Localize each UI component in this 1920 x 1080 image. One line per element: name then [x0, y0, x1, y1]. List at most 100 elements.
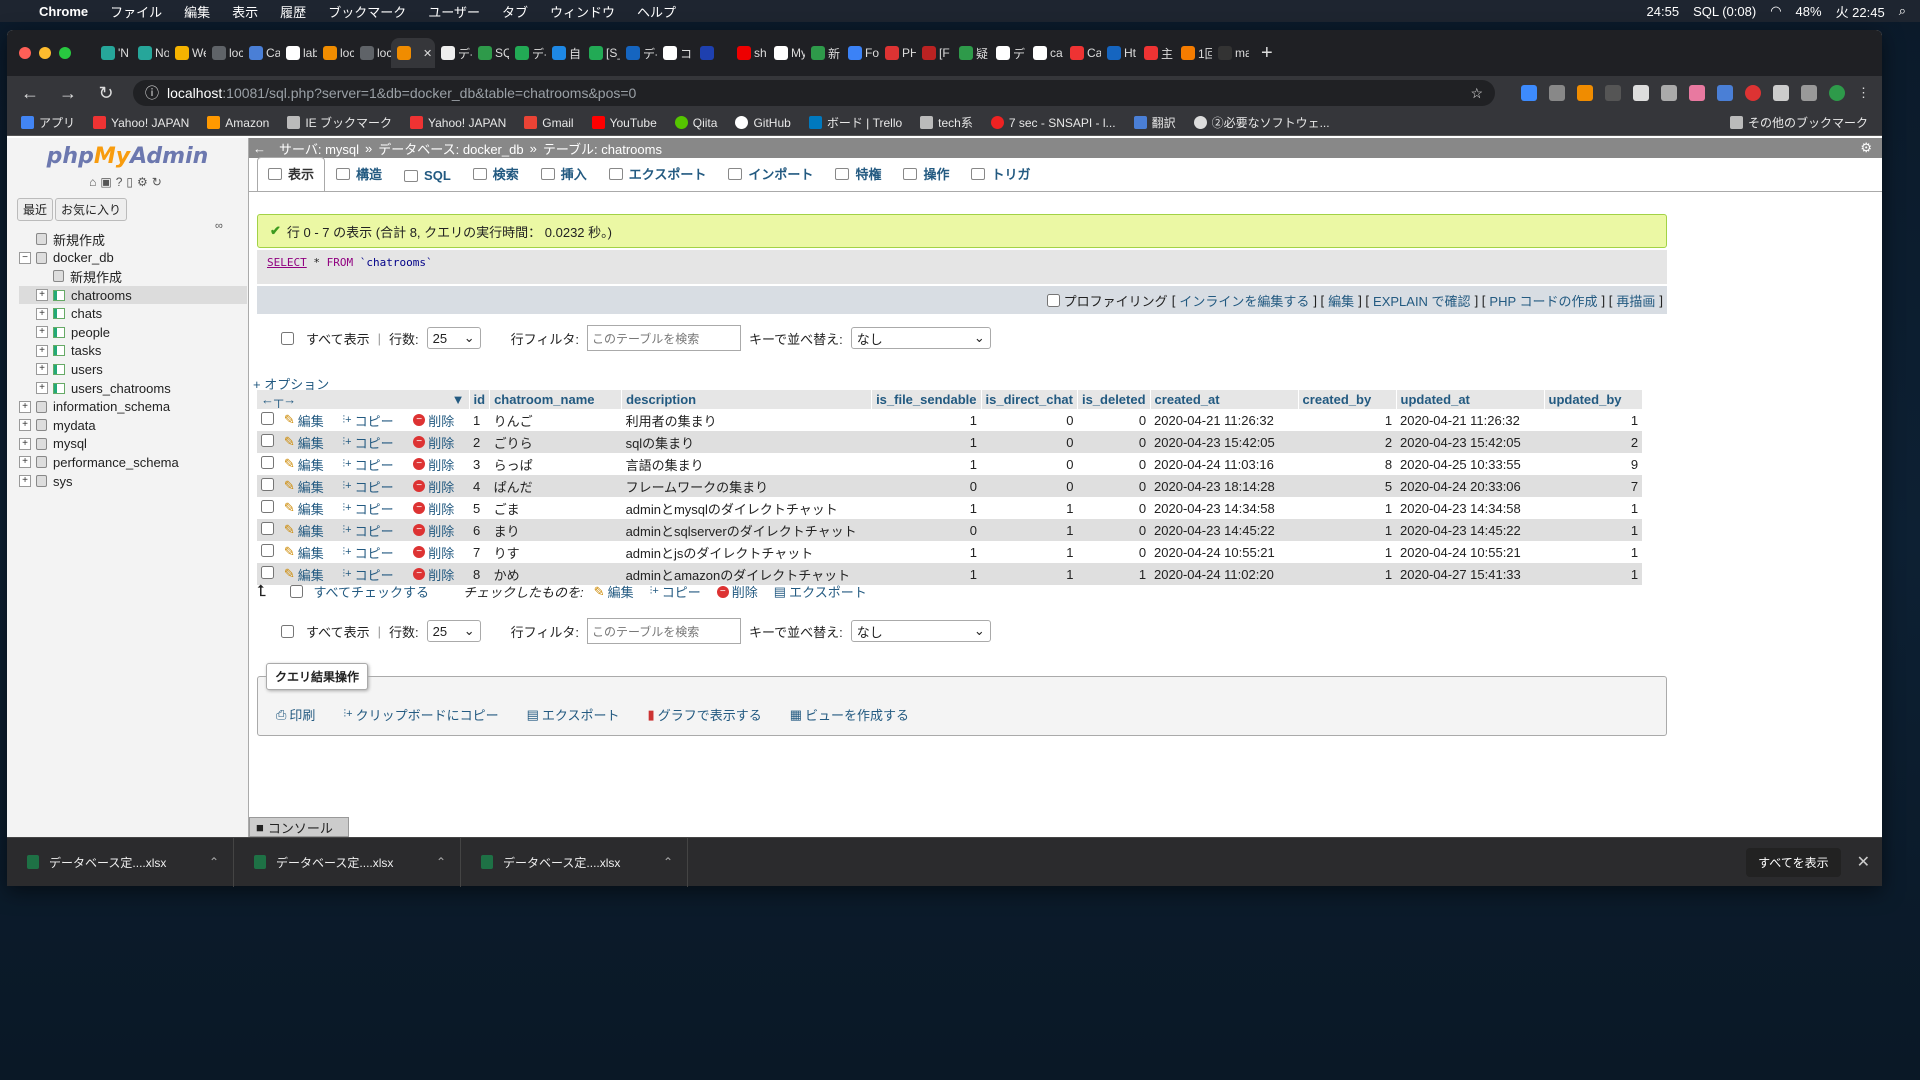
- expand-icon[interactable]: +: [19, 475, 31, 488]
- cell-updated-at[interactable]: 2020-04-23 15:42:05: [1396, 431, 1545, 453]
- close-tab-icon[interactable]: ✕: [423, 47, 432, 60]
- tree-table-item[interactable]: + tasks: [19, 342, 247, 361]
- bookmark-item[interactable]: Qiita: [674, 116, 717, 130]
- table-row[interactable]: ✎ 編集 ⫶+ コピー − 削除 5 ごま adminとmysqlのダイレクトチャット 1 1 0 20…: [257, 497, 1643, 519]
- tree-table-item[interactable]: + users: [19, 360, 247, 379]
- expand-icon[interactable]: +: [19, 456, 31, 469]
- cell-is-direct-chat[interactable]: 1: [981, 519, 1078, 541]
- cell-updated-by[interactable]: 1: [1544, 519, 1643, 541]
- row-edit-button[interactable]: ✎ 編集: [284, 521, 324, 540]
- cell-is-file-sendable[interactable]: 1: [871, 541, 982, 563]
- cell-updated-by[interactable]: 1: [1544, 563, 1643, 585]
- other-bookmarks[interactable]: その他のブックマーク: [1729, 114, 1868, 131]
- filter-input[interactable]: このテーブルを検索: [586, 618, 741, 644]
- gear-icon[interactable]: ⚙: [1860, 140, 1872, 156]
- row-copy-button[interactable]: ⫶+ コピー: [342, 433, 393, 452]
- col-header[interactable]: created_at: [1150, 390, 1299, 409]
- collapse-icon[interactable]: ←: [253, 141, 266, 156]
- browser-tab[interactable]: [F: [916, 38, 953, 68]
- breadcrumb-table[interactable]: テーブル: chatrooms: [543, 139, 662, 158]
- cell-is-deleted[interactable]: 0: [1077, 497, 1151, 519]
- console-toggle[interactable]: ■ コンソール: [249, 817, 349, 837]
- logout-icon[interactable]: ▣: [100, 175, 115, 189]
- download-item[interactable]: データベース定....xlsx ⌃: [234, 837, 461, 887]
- tree-database-item[interactable]: + information_schema: [19, 397, 247, 416]
- row-copy-button[interactable]: ⫶+ コピー: [342, 521, 393, 540]
- tab-export[interactable]: エクスポート: [598, 157, 718, 191]
- row-edit-button[interactable]: ✎ 編集: [284, 565, 324, 584]
- bulk-export-button[interactable]: ▤ エクスポート: [774, 582, 867, 601]
- browser-tab[interactable]: My: [768, 38, 805, 68]
- cell-description[interactable]: sqlの集まり: [621, 431, 872, 453]
- bookmark-item[interactable]: Gmail: [524, 116, 574, 130]
- explain-link[interactable]: EXPLAIN で確認: [1373, 291, 1471, 310]
- address-bar[interactable]: ⓘ localhost:10081/sql.php?server=1&db=do…: [133, 80, 1495, 106]
- cell-is-deleted[interactable]: 0: [1077, 541, 1151, 563]
- tree-database-item[interactable]: + mysql: [19, 435, 247, 454]
- row-edit-button[interactable]: ✎ 編集: [284, 455, 324, 474]
- cell-chatroom-name[interactable]: りす: [489, 541, 622, 563]
- cell-id[interactable]: 4: [469, 475, 490, 497]
- cell-is-file-sendable[interactable]: 1: [871, 563, 982, 585]
- battery-status[interactable]: 48%: [1796, 4, 1822, 19]
- cell-id[interactable]: 5: [469, 497, 490, 519]
- back-icon[interactable]: ←: [19, 83, 41, 104]
- menu-item[interactable]: ユーザー: [417, 2, 491, 21]
- cell-updated-by[interactable]: 1: [1544, 409, 1643, 431]
- tab-browse[interactable]: 表示: [257, 157, 326, 191]
- puzzle-icon[interactable]: [1773, 85, 1789, 101]
- zoom-window-button[interactable]: [59, 47, 71, 59]
- cell-chatroom-name[interactable]: りんご: [489, 409, 622, 431]
- download-item[interactable]: データベース定....xlsx ⌃: [461, 837, 688, 887]
- cell-description[interactable]: adminとsqlserverのダイレクトチャット: [621, 519, 872, 541]
- menu-item[interactable]: ブックマーク: [317, 2, 417, 21]
- menu-item[interactable]: ファイル: [99, 2, 173, 21]
- row-checkbox[interactable]: [261, 500, 274, 513]
- browser-tab[interactable]: lab: [280, 38, 317, 68]
- bookmark-item[interactable]: 翻訳: [1133, 114, 1176, 131]
- row-delete-button[interactable]: − 削除: [413, 455, 454, 474]
- tab-import[interactable]: インポート: [717, 157, 824, 191]
- browser-tab[interactable]: loc: [354, 38, 391, 68]
- browser-tab[interactable]: PH: [879, 38, 916, 68]
- cell-is-file-sendable[interactable]: 1: [871, 497, 982, 519]
- info-icon[interactable]: ⓘ: [145, 83, 159, 103]
- show-all-checkbox[interactable]: [281, 331, 294, 345]
- browser-tab[interactable]: loc: [206, 38, 243, 68]
- row-checkbox[interactable]: [261, 544, 274, 557]
- extension-icon[interactable]: [1577, 85, 1593, 101]
- new-tab-button[interactable]: +: [1261, 42, 1273, 65]
- sort-select[interactable]: なし ⌄: [850, 327, 991, 349]
- favorites-button[interactable]: お気に入り: [55, 198, 128, 221]
- bookmark-item[interactable]: Yahoo! JAPAN: [410, 116, 506, 130]
- cell-is-file-sendable[interactable]: 1: [871, 453, 982, 475]
- edit-link[interactable]: 編集: [1328, 291, 1354, 310]
- cell-id[interactable]: 6: [469, 519, 490, 541]
- col-header[interactable]: is_direct_chat: [981, 390, 1078, 409]
- expand-icon[interactable]: +: [19, 437, 31, 450]
- col-header[interactable]: id: [469, 390, 491, 409]
- row-edit-button[interactable]: ✎ 編集: [284, 411, 324, 430]
- row-edit-button[interactable]: ✎ 編集: [284, 433, 324, 452]
- tree-database-item[interactable]: + sys: [19, 472, 247, 491]
- cell-updated-at[interactable]: 2020-04-25 10:33:55: [1396, 453, 1545, 475]
- browser-tab[interactable]: コ: [657, 38, 694, 68]
- cell-description[interactable]: 言語の集まり: [621, 453, 872, 475]
- expand-icon[interactable]: +: [36, 326, 48, 339]
- phpmyadmin-logo[interactable]: phpMyAdmin: [7, 138, 248, 169]
- cell-updated-by[interactable]: 1: [1544, 497, 1643, 519]
- tree-table-item[interactable]: + people: [19, 323, 247, 342]
- table-row[interactable]: ✎ 編集 ⫶+ コピー − 削除 3 らっぱ 言語の集まり 1 0 0 2020-04-24 11:03…: [257, 453, 1643, 475]
- bulk-delete-button[interactable]: − 削除: [716, 582, 758, 601]
- browser-tab[interactable]: 新: [805, 38, 842, 68]
- show-all-downloads-button[interactable]: すべてを表示: [1746, 847, 1841, 877]
- browser-tab[interactable]: デ-: [435, 38, 472, 68]
- row-edit-button[interactable]: ✎ 編集: [284, 543, 324, 562]
- row-copy-button[interactable]: ⫶+ コピー: [342, 411, 393, 430]
- bookmark-item[interactable]: YouTube: [591, 116, 657, 130]
- browser-tab[interactable]: [S_: [583, 38, 620, 68]
- cell-created-by[interactable]: 5: [1298, 475, 1397, 497]
- clock[interactable]: 火 22:45: [1836, 2, 1885, 21]
- row-delete-button[interactable]: − 削除: [413, 499, 454, 518]
- tab-insert[interactable]: 挿入: [530, 157, 598, 191]
